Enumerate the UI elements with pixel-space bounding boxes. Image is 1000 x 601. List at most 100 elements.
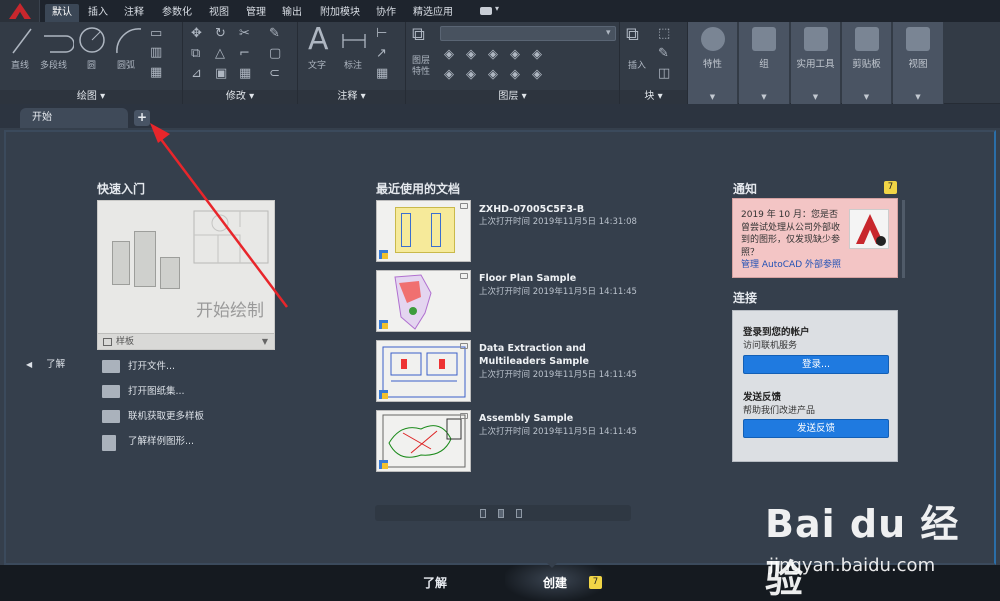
layer-properties-icon[interactable]: ⧉ — [412, 26, 425, 44]
leader-icon[interactable]: ↗ — [376, 47, 387, 61]
panel-utilities[interactable]: 实用工具 ▼ — [791, 22, 841, 104]
panel-view[interactable]: 视图 ▼ — [893, 22, 944, 104]
recent-doc-date: 上次打开时间 2019年11月5日 14:11:45 — [479, 287, 637, 297]
fillet-icon[interactable]: ⌐ — [239, 47, 250, 61]
erase-icon[interactable]: ✎ — [269, 27, 280, 41]
layer-prev-icon[interactable]: ◈ — [444, 68, 454, 82]
insert-block-icon[interactable]: ⧉ — [626, 26, 639, 44]
layer-unlock-icon[interactable]: ◈ — [532, 68, 542, 82]
login-button[interactable]: 登录... — [743, 355, 889, 374]
panel-block-title[interactable]: 块 ▾ — [620, 90, 687, 104]
chevron-down-icon[interactable]: ▾ — [606, 26, 611, 40]
trim-icon[interactable]: ✂ — [239, 27, 250, 41]
table-icon[interactable]: ▦ — [376, 67, 388, 81]
learn-left-link[interactable]: ◀ 了解 — [26, 356, 65, 370]
new-tab-button[interactable]: + — [134, 110, 150, 126]
line-icon[interactable] — [10, 26, 34, 56]
tab-annotate[interactable]: 注释 — [118, 4, 150, 22]
notification-link[interactable]: 管理 AutoCAD 外部参照 — [741, 257, 841, 270]
tab-manage[interactable]: 管理 — [239, 4, 273, 22]
recent-doc-thumbnail[interactable] — [376, 410, 471, 472]
panel-block: ⧉ 插入 ⬚ ✎ ◫ 块 ▾ — [620, 22, 688, 104]
layer-off-icon[interactable]: ◈ — [488, 48, 498, 62]
gradient-icon[interactable]: ▦ — [150, 66, 162, 80]
view-label: 视图 — [908, 59, 928, 70]
tab-addins[interactable]: 附加模块 — [313, 4, 367, 22]
recent-doc-thumbnail[interactable] — [376, 270, 471, 332]
panel-draw-title[interactable]: 绘图 ▾ — [0, 90, 182, 104]
app-logo[interactable] — [0, 0, 40, 22]
send-feedback-button[interactable]: 发送反馈 — [743, 419, 889, 438]
tab-default[interactable]: 默认 — [45, 4, 79, 22]
small-view-icon[interactable] — [516, 509, 522, 518]
explode-icon[interactable]: ▢ — [269, 47, 281, 61]
large-view-icon[interactable] — [480, 509, 486, 518]
hatch-icon[interactable]: ▥ — [150, 46, 162, 60]
recent-doc-thumbnail[interactable] — [376, 340, 471, 402]
template-dropdown[interactable]: 样板 ▼ — [98, 333, 274, 349]
recent-doc-name[interactable]: Assembly Sample — [479, 412, 599, 425]
learn-tab-button[interactable]: 了解 — [380, 565, 490, 601]
start-drawing-card[interactable]: 开始绘制 样板 ▼ — [97, 200, 275, 350]
camera-icon[interactable] — [480, 7, 492, 15]
tab-parametric[interactable]: 参数化 — [155, 4, 199, 22]
array-icon[interactable]: ▦ — [239, 67, 251, 81]
create-block-icon[interactable]: ⬚ — [658, 27, 670, 41]
panel-groups[interactable]: 组 ▼ — [739, 22, 790, 104]
layer-freeze-icon[interactable]: ◈ — [444, 48, 454, 62]
copy-icon[interactable]: ⧉ — [191, 47, 200, 61]
open-file-link[interactable]: 打开文件... — [102, 359, 175, 375]
autocad-logo-icon — [849, 209, 889, 249]
polyline-icon[interactable] — [40, 26, 74, 56]
mirror-icon[interactable]: △ — [215, 47, 225, 61]
offset-icon[interactable]: ⊂ — [269, 67, 280, 81]
panel-clipboard[interactable]: 剪贴板 ▼ — [842, 22, 892, 104]
dimension-icon[interactable] — [340, 26, 368, 54]
text-icon[interactable]: A — [308, 22, 329, 57]
chevron-down-icon[interactable]: ▾ — [495, 4, 499, 13]
panel-properties[interactable]: 特性 ▼ — [688, 22, 738, 104]
scale-icon[interactable]: ▣ — [215, 67, 227, 81]
active-indicator — [547, 563, 557, 568]
layer-match-icon[interactable]: ◈ — [532, 48, 542, 62]
open-sheetset-link[interactable]: 打开图纸集... — [102, 384, 185, 400]
stretch-icon[interactable]: ⊿ — [191, 67, 202, 81]
block-attr-icon[interactable]: ◫ — [658, 67, 670, 81]
tab-featured-apps[interactable]: 精选应用 — [408, 4, 458, 22]
layer-dropdown[interactable] — [440, 26, 616, 41]
layer-on-icon[interactable]: ◈ — [510, 68, 520, 82]
layer-thaw-icon[interactable]: ◈ — [488, 68, 498, 82]
panel-modify-title[interactable]: 修改 ▾ — [183, 90, 297, 104]
circle-icon[interactable] — [78, 24, 106, 56]
learn-left-label: 了解 — [46, 359, 66, 370]
pin-icon[interactable] — [460, 273, 468, 279]
move-icon[interactable]: ✥ — [191, 27, 202, 41]
layer-iso-icon[interactable]: ◈ — [510, 48, 520, 62]
pin-icon[interactable] — [460, 203, 468, 209]
tab-view[interactable]: 视图 — [203, 4, 235, 22]
autocad-file-icon — [379, 320, 388, 329]
rectangle-icon[interactable]: ▭ — [150, 27, 162, 41]
linear-dim-icon[interactable]: ⊢ — [376, 27, 387, 41]
tab-collaborate[interactable]: 协作 — [370, 4, 402, 22]
edit-block-icon[interactable]: ✎ — [658, 47, 669, 61]
arc-icon[interactable] — [114, 26, 144, 56]
layer-unisolate-icon[interactable]: ◈ — [466, 68, 476, 82]
pin-icon[interactable] — [460, 343, 468, 349]
tab-insert[interactable]: 插入 — [82, 4, 114, 22]
get-templates-link[interactable]: 联机获取更多样板 — [102, 409, 204, 425]
tab-start[interactable]: 开始 — [20, 108, 128, 128]
panel-annotation-title[interactable]: 注释 ▾ — [298, 90, 405, 104]
layer-lock-icon[interactable]: ◈ — [466, 48, 476, 62]
sample-drawings-link[interactable]: 了解样例图形... — [102, 434, 194, 451]
panel-layers-title[interactable]: 图层 ▾ — [406, 90, 619, 104]
tab-output[interactable]: 输出 — [276, 4, 308, 22]
notification-scrollbar[interactable] — [902, 200, 905, 278]
recent-doc-name[interactable]: Data Extraction and Multileaders Sample — [479, 342, 599, 368]
calculator-icon — [803, 27, 828, 51]
recent-doc-thumbnail[interactable] — [376, 200, 471, 262]
recent-doc-name[interactable]: Floor Plan Sample — [479, 272, 599, 285]
pin-icon[interactable] — [460, 413, 468, 419]
list-view-icon[interactable] — [498, 509, 504, 518]
rotate-icon[interactable]: ↻ — [215, 27, 226, 41]
